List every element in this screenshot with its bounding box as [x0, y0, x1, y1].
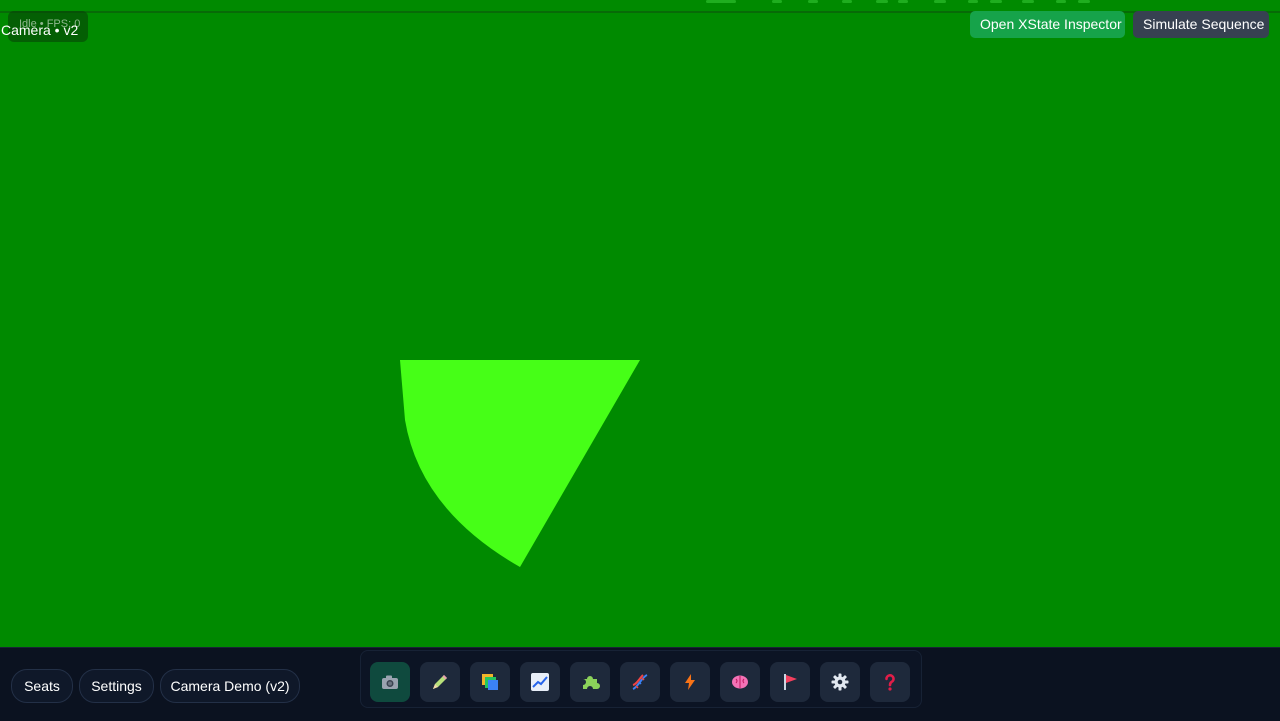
- tool-help[interactable]: [870, 662, 910, 702]
- tool-dna[interactable]: [620, 662, 660, 702]
- pencil-icon: [430, 672, 450, 692]
- gear-icon: [830, 672, 850, 692]
- open-xstate-inspector-button[interactable]: Open XState Inspector: [970, 11, 1125, 38]
- chart-icon: [530, 672, 550, 692]
- tool-chart[interactable]: [520, 662, 560, 702]
- dna-icon: [630, 672, 650, 692]
- bottom-bar: Seats Settings Camera Demo (v2): [0, 647, 1280, 721]
- tool-puzzle[interactable]: [570, 662, 610, 702]
- scene-canvas: [400, 360, 640, 567]
- layers-icon: [480, 672, 500, 692]
- settings-button[interactable]: Settings: [79, 669, 154, 703]
- camera-viewport[interactable]: Idle • FPS: 0 Camera • v2 Open XState In…: [0, 0, 1280, 647]
- camera-demo-button[interactable]: Camera Demo (v2): [160, 669, 300, 703]
- lightning-icon: [680, 672, 700, 692]
- camera-title: Camera • v2: [1, 22, 79, 38]
- tool-camera[interactable]: [370, 662, 410, 702]
- tool-dock: [360, 650, 922, 708]
- fan-sector-shape: [400, 360, 640, 567]
- help-icon: [880, 672, 900, 692]
- tool-flag[interactable]: [770, 662, 810, 702]
- tool-brain[interactable]: [720, 662, 760, 702]
- tool-layers[interactable]: [470, 662, 510, 702]
- puzzle-icon: [580, 672, 600, 692]
- tool-settings[interactable]: [820, 662, 860, 702]
- tool-pencil[interactable]: [420, 662, 460, 702]
- flag-icon: [780, 672, 800, 692]
- brain-icon: [730, 672, 750, 692]
- simulate-sequence-button[interactable]: Simulate Sequence: [1133, 11, 1269, 38]
- tool-lightning[interactable]: [670, 662, 710, 702]
- seats-button[interactable]: Seats: [11, 669, 73, 703]
- camera-icon: [380, 672, 400, 692]
